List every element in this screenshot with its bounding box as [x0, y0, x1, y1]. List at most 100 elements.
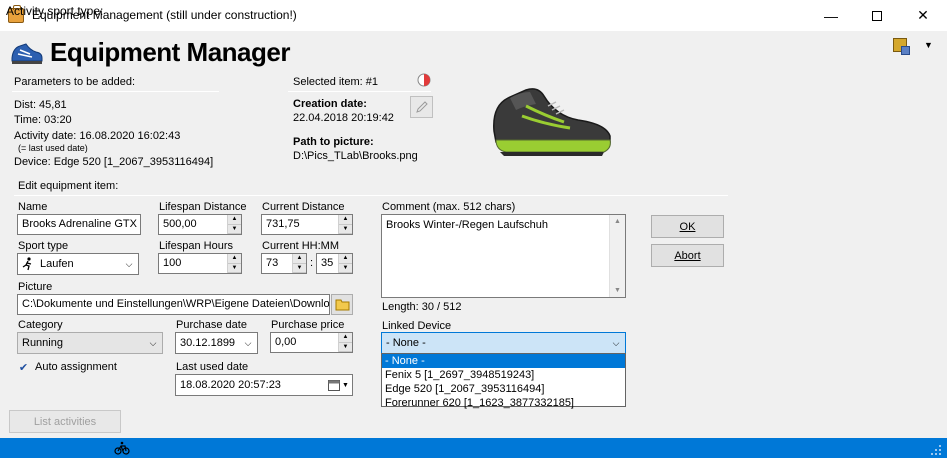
- maximize-button[interactable]: [854, 0, 900, 31]
- lifespan-pie-icon: [417, 73, 431, 87]
- linked-device-value: - None -: [386, 337, 426, 349]
- category-select[interactable]: Running ⌵: [17, 332, 163, 354]
- last-used-label: Last used date: [176, 361, 249, 373]
- param-dist: Dist: 45,81: [14, 99, 67, 111]
- purchase-date-value: 30.12.1899: [180, 337, 236, 349]
- equipment-picture: [493, 88, 611, 156]
- chevron-down-icon: ▼: [342, 381, 349, 389]
- chevron-down-icon: ⌵: [125, 258, 133, 269]
- scroll-up-icon[interactable]: ▲: [614, 218, 621, 225]
- minimize-button[interactable]: —: [808, 0, 854, 31]
- param-device: Device: Edge 520 [1_2067_3953116494]: [14, 156, 214, 168]
- sport-type-value: Laufen: [40, 258, 74, 270]
- spin-down-icon[interactable]: ▼: [228, 224, 241, 234]
- ok-button[interactable]: OK: [651, 215, 724, 238]
- page-title: Equipment Manager: [50, 37, 290, 67]
- picture-label: Picture: [18, 281, 53, 293]
- list-activities-button[interactable]: List activities: [9, 410, 121, 433]
- spin-up-icon[interactable]: ▲: [339, 215, 352, 225]
- chevron-down-icon[interactable]: ▼: [924, 40, 933, 50]
- divider: [288, 91, 431, 92]
- folder-icon: [335, 299, 350, 311]
- spin-down-icon[interactable]: ▼: [339, 224, 352, 234]
- name-label: Name: [18, 201, 48, 213]
- spin-down-icon[interactable]: ▼: [293, 263, 306, 273]
- checkmark-icon: ✔: [18, 362, 29, 374]
- status-text: Activity sport type:: [6, 4, 104, 18]
- chevron-down-icon: ⌵: [612, 337, 620, 348]
- category-label: Category: [18, 319, 63, 331]
- param-activity-date: Activity date: 16.08.2020 16:02:43: [14, 130, 181, 142]
- lifespan-distance-stepper[interactable]: 500,00 ▲ ▼: [158, 214, 242, 235]
- spin-up-icon[interactable]: ▲: [228, 254, 241, 264]
- comment-label: Comment (max. 512 chars): [382, 201, 516, 213]
- close-icon: ✕: [917, 7, 929, 23]
- maximize-icon: [872, 10, 882, 21]
- purchase-date-label: Purchase date: [176, 319, 247, 331]
- comment-length: Length: 30 / 512: [382, 301, 462, 313]
- category-value: Running: [22, 337, 63, 349]
- sport-type-select[interactable]: Laufen ⌵: [17, 253, 139, 275]
- auto-assignment-label: Auto assignment: [35, 361, 117, 373]
- purchase-price-stepper[interactable]: 0,00 ▲ ▼: [270, 332, 353, 353]
- shoe-logo-icon: [11, 43, 43, 64]
- param-activity-note: (= last used date): [18, 143, 88, 153]
- runner-icon: [22, 257, 32, 271]
- params-title: Parameters to be added:: [14, 76, 136, 88]
- spin-down-icon[interactable]: ▼: [339, 342, 352, 352]
- linked-device-select[interactable]: - None - ⌵: [381, 332, 626, 354]
- close-button[interactable]: ✕: [900, 0, 946, 31]
- settings-tool-icon[interactable]: [893, 38, 910, 55]
- path-picture-value: D:\Pics_TLab\Brooks.png: [293, 150, 418, 162]
- edit-pencil-button[interactable]: [410, 96, 433, 118]
- pencil-icon: [416, 101, 428, 113]
- lifespan-hours-stepper[interactable]: 100 ▲ ▼: [158, 253, 242, 274]
- creation-date-value: 22.04.2018 20:19:42: [293, 112, 394, 124]
- current-distance-value: 731,75: [266, 218, 300, 230]
- last-used-picker[interactable]: 18.08.2020 20:57:23 ▼: [175, 374, 353, 396]
- linked-device-dropdown[interactable]: - None - Fenix 5 [1_2697_3948519243] Edg…: [381, 353, 626, 410]
- spin-up-icon[interactable]: ▲: [339, 333, 352, 343]
- auto-assignment-checkbox[interactable]: ✔: [17, 361, 30, 374]
- dropdown-option[interactable]: Forerunner 620 [1_1623_3877332185]: [382, 396, 625, 410]
- spin-up-icon[interactable]: ▲: [293, 254, 306, 264]
- scrollbar[interactable]: ▲ ▼: [609, 215, 625, 297]
- current-minutes-stepper[interactable]: 35 ▲ ▼: [316, 253, 353, 274]
- param-time: Time: 03:20: [14, 114, 72, 126]
- browse-picture-button[interactable]: [331, 294, 353, 315]
- dropdown-option[interactable]: - None -: [382, 354, 625, 368]
- chevron-down-icon: ⌵: [149, 337, 157, 348]
- dropdown-option[interactable]: Fenix 5 [1_2697_3948519243]: [382, 368, 625, 382]
- linked-device-label: Linked Device: [382, 320, 452, 332]
- selected-item-label: Selected item: #1: [293, 76, 378, 88]
- path-picture-label: Path to picture:: [293, 136, 374, 148]
- picture-path-input[interactable]: C:\Dokumente und Einstellungen\WRP\Eigen…: [17, 294, 330, 315]
- name-input[interactable]: Brooks Adrenaline GTX 1: [17, 214, 141, 235]
- lifespan-distance-value: 500,00: [163, 218, 197, 230]
- scroll-down-icon[interactable]: ▼: [614, 287, 621, 294]
- divider: [12, 91, 219, 92]
- creation-date-label: Creation date:: [293, 98, 367, 110]
- lifespan-distance-label: Lifespan Distance: [159, 201, 247, 213]
- current-minutes-value: 35: [321, 257, 334, 269]
- spin-up-icon[interactable]: ▲: [228, 215, 241, 225]
- divider: [14, 195, 728, 196]
- purchase-date-picker[interactable]: 30.12.1899 ⌵: [175, 332, 258, 354]
- comment-textarea[interactable]: Brooks Winter-/Regen Laufschuh ▲ ▼: [381, 214, 626, 298]
- dropdown-option[interactable]: Edge 520 [1_2067_3953116494]: [382, 382, 625, 396]
- spin-down-icon[interactable]: ▼: [339, 263, 352, 273]
- current-distance-stepper[interactable]: 731,75 ▲ ▼: [261, 214, 353, 235]
- minimize-icon: —: [824, 7, 838, 24]
- spin-up-icon[interactable]: ▲: [339, 254, 352, 264]
- abort-button[interactable]: Abort: [651, 244, 724, 267]
- resize-grip-icon[interactable]: [930, 444, 942, 456]
- lifespan-hours-label: Lifespan Hours: [159, 240, 233, 252]
- current-hours-stepper[interactable]: 73 ▲ ▼: [261, 253, 307, 274]
- comment-value: Brooks Winter-/Regen Laufschuh: [386, 219, 549, 231]
- spin-down-icon[interactable]: ▼: [228, 263, 241, 273]
- purchase-price-value: 0,00: [275, 336, 297, 348]
- current-distance-label: Current Distance: [262, 201, 345, 213]
- lifespan-hours-value: 100: [163, 257, 182, 269]
- last-used-value: 18.08.2020 20:57:23: [180, 379, 281, 391]
- sport-type-label: Sport type: [18, 240, 69, 252]
